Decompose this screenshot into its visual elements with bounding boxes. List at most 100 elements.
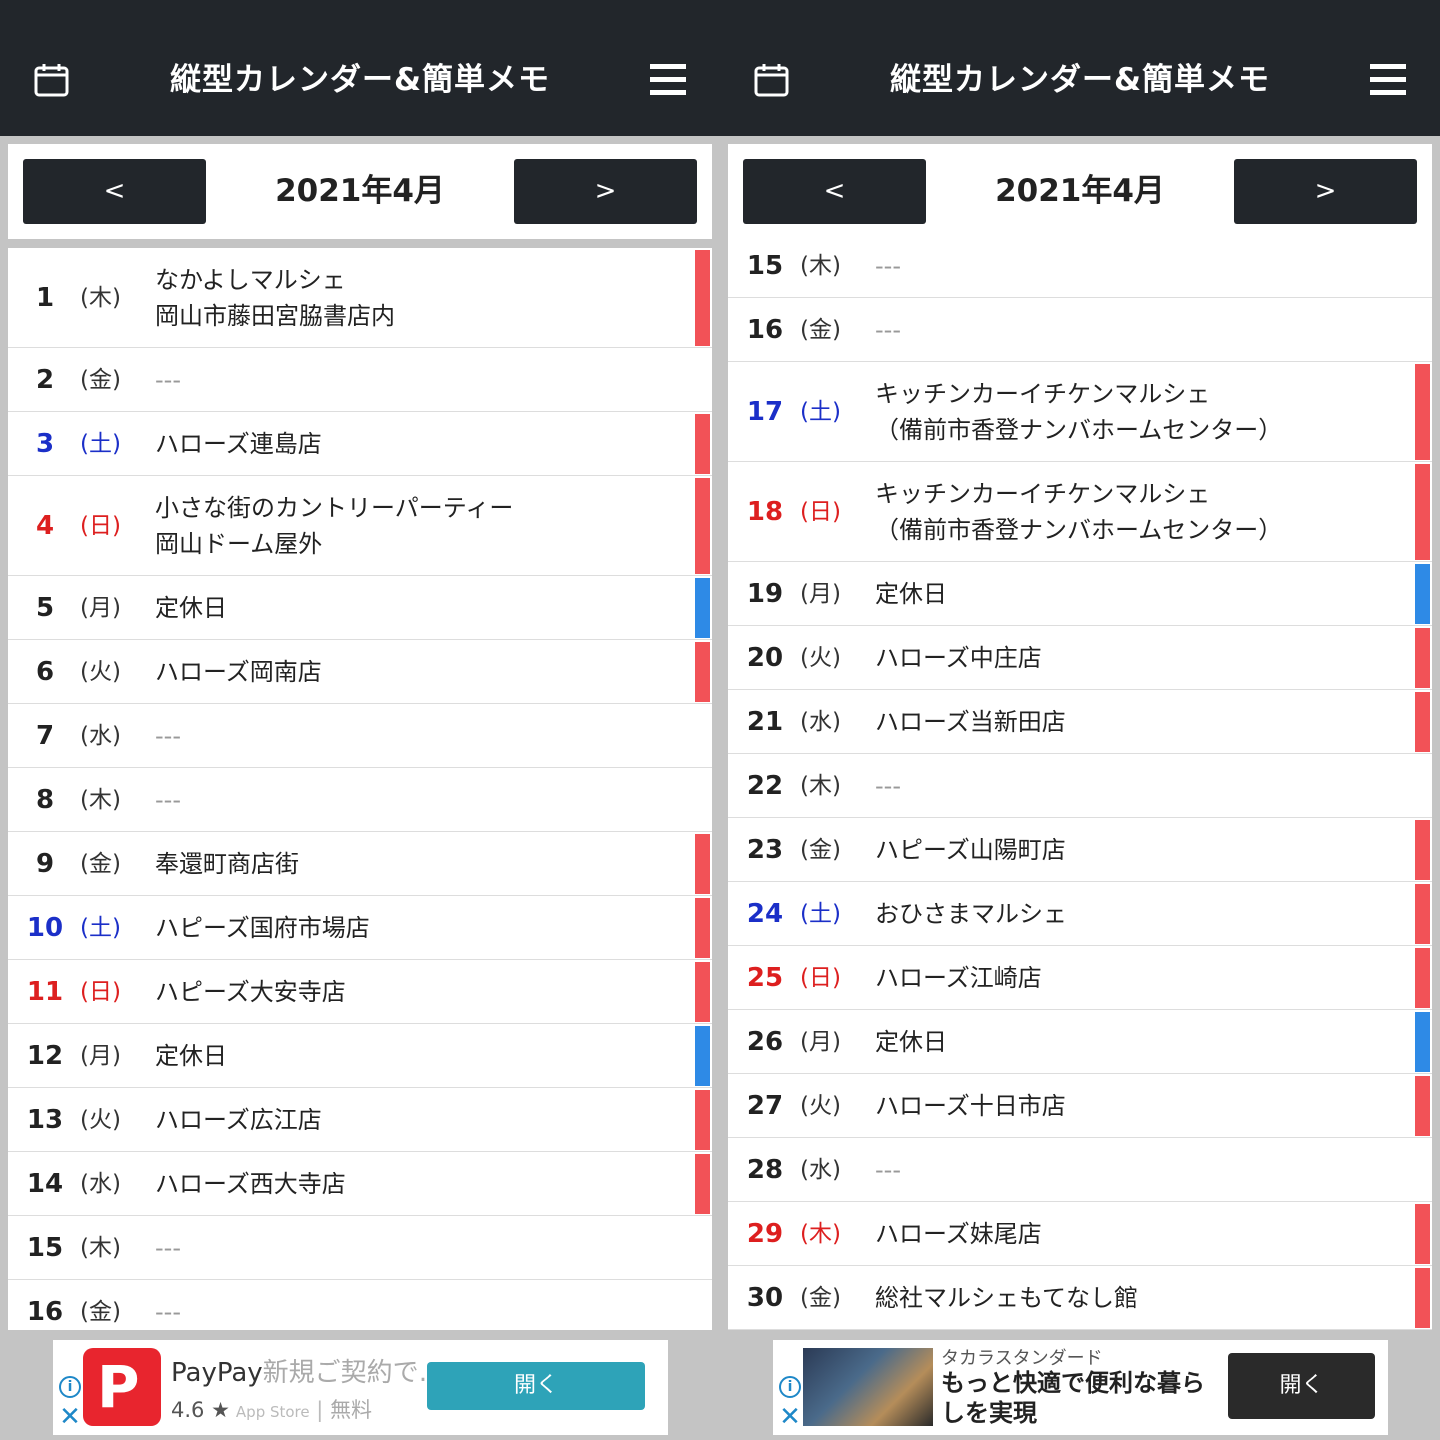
- day-row[interactable]: 11 (日) ハピーズ大安寺店: [8, 960, 712, 1024]
- hamburger-menu-icon[interactable]: [650, 64, 686, 96]
- memo-color-marker: [1415, 884, 1430, 944]
- day-list[interactable]: 1 (木) なかよしマルシェ 岡山市藤田宮脇書店内 2 (金) --- 3 (土) ハローズ連島店…: [8, 248, 712, 1330]
- day-row[interactable]: 13 (火) ハローズ広江店: [8, 1088, 712, 1152]
- memo-line: ハローズ当新田店: [875, 708, 1066, 736]
- day-row[interactable]: 27 (火) ハローズ十日市店: [728, 1074, 1432, 1138]
- memo-line: ハピーズ大安寺店: [155, 978, 346, 1006]
- day-row[interactable]: 19 (月) 定休日: [728, 562, 1432, 626]
- day-number: 6: [35, 657, 55, 687]
- ad-banner[interactable]: i ✕ タカラスタンダード もっと快適で便利な暮らしを実現 開く: [773, 1340, 1388, 1435]
- day-row[interactable]: 21 (水) ハローズ当新田店: [728, 690, 1432, 754]
- day-row[interactable]: 2 (金) ---: [8, 348, 712, 412]
- memo-text: 定休日: [875, 576, 947, 612]
- day-row[interactable]: 3 (土) ハローズ連島店: [8, 412, 712, 476]
- day-row[interactable]: 9 (金) 奉還町商店街: [8, 832, 712, 896]
- ad-open-button[interactable]: 開く: [1228, 1353, 1375, 1419]
- memo-text: ハローズ妹尾店: [875, 1216, 1042, 1252]
- ad-info-icon[interactable]: i: [779, 1376, 801, 1398]
- memo-color-marker: [695, 1154, 710, 1214]
- day-row[interactable]: 29 (木) ハローズ妹尾店: [728, 1202, 1432, 1266]
- month-navigation: <2021年4月 >: [728, 144, 1432, 239]
- day-row[interactable]: 24 (土) おひさまマルシェ: [728, 882, 1432, 946]
- prev-month-button[interactable]: <: [23, 159, 206, 224]
- day-row[interactable]: 25 (日) ハローズ江崎店: [728, 946, 1432, 1010]
- memo-text: ---: [155, 782, 181, 818]
- rating-value: 4.6 ★: [171, 1398, 230, 1422]
- calendar-icon[interactable]: [754, 62, 789, 97]
- weekday-label: (金): [800, 837, 841, 863]
- memo-line: ハピーズ国府市場店: [155, 914, 370, 942]
- day-number: 7: [35, 721, 55, 751]
- memo-text: ハピーズ山陽町店: [875, 832, 1066, 868]
- day-number: 26: [746, 1027, 784, 1057]
- weekday-label: (火): [80, 1107, 121, 1133]
- day-number: 16: [26, 1297, 64, 1327]
- memo-color-marker: [1415, 820, 1430, 880]
- day-row[interactable]: 26 (月) 定休日: [728, 1010, 1432, 1074]
- ad-photo-image: [803, 1348, 933, 1426]
- ad-close-icon[interactable]: ✕: [59, 1404, 81, 1430]
- ad-open-button[interactable]: 開く: [427, 1362, 645, 1410]
- day-row[interactable]: 20 (火) ハローズ中庄店: [728, 626, 1432, 690]
- memo-line: ハピーズ山陽町店: [875, 836, 1066, 864]
- day-number: 24: [746, 899, 784, 929]
- memo-color-marker: [695, 1090, 710, 1150]
- day-row[interactable]: 5 (月) 定休日: [8, 576, 712, 640]
- memo-line: ---: [875, 316, 901, 344]
- day-row[interactable]: 15 (木) ---: [8, 1216, 712, 1280]
- day-number: 28: [746, 1155, 784, 1185]
- day-row[interactable]: 18 (日) キッチンカーイチケンマルシェ （備前市香登ナンバホームセンター）: [728, 462, 1432, 562]
- ad-close-icon[interactable]: ✕: [779, 1404, 801, 1430]
- weekday-label: (月): [80, 595, 121, 621]
- day-row[interactable]: 22 (木) ---: [728, 754, 1432, 818]
- app-title: 縦型カレンダー&簡単メモ: [169, 62, 551, 98]
- memo-text: ---: [155, 362, 181, 398]
- weekday-label: (火): [80, 659, 121, 685]
- price-label: 無料: [330, 1398, 373, 1422]
- memo-color-marker: [695, 962, 710, 1022]
- prev-month-button[interactable]: <: [743, 159, 926, 224]
- app-title: 縦型カレンダー&簡単メモ: [889, 62, 1271, 98]
- menu-line: [650, 64, 686, 69]
- ad-banner[interactable]: i ✕ P PayPay新規ご契約で… 4.6 ★ App Store | 無料 開く: [53, 1340, 668, 1435]
- day-row[interactable]: 14 (水) ハローズ西大寺店: [8, 1152, 712, 1216]
- day-row[interactable]: 7 (水) ---: [8, 704, 712, 768]
- month-label: 2021年4月: [275, 173, 445, 209]
- day-row[interactable]: 23 (金) ハピーズ山陽町店: [728, 818, 1432, 882]
- day-number: 1: [35, 283, 55, 313]
- weekday-label: (金): [80, 367, 121, 393]
- day-row[interactable]: 30 (金) 総社マルシェもてなし館: [728, 1266, 1432, 1330]
- calendar-icon[interactable]: [34, 62, 69, 97]
- day-row[interactable]: 4 (日) 小さな街のカントリーパーティー 岡山ドーム屋外: [8, 476, 712, 576]
- weekday-label: (土): [80, 915, 121, 941]
- day-row[interactable]: 16 (金) ---: [8, 1280, 712, 1330]
- day-row[interactable]: 17 (土) キッチンカーイチケンマルシェ （備前市香登ナンバホームセンター）: [728, 362, 1432, 462]
- next-month-button[interactable]: >: [1234, 159, 1417, 224]
- memo-line: 岡山市藤田宮脇書店内: [155, 302, 395, 330]
- memo-color-marker: [1415, 1012, 1430, 1072]
- hamburger-menu-icon[interactable]: [1370, 64, 1406, 96]
- day-row[interactable]: 1 (木) なかよしマルシェ 岡山市藤田宮脇書店内: [8, 248, 712, 348]
- next-month-button[interactable]: >: [514, 159, 697, 224]
- day-row[interactable]: 28 (水) ---: [728, 1138, 1432, 1202]
- day-row[interactable]: 15 (木) ---: [728, 236, 1432, 298]
- day-row[interactable]: 16 (金) ---: [728, 298, 1432, 362]
- day-number: 8: [35, 785, 55, 815]
- weekday-label: (金): [80, 851, 121, 877]
- ad-app-rating: 4.6 ★ App Store | 無料: [171, 1394, 372, 1424]
- memo-color-marker: [695, 578, 710, 638]
- memo-text: おひさまマルシェ: [875, 896, 1067, 932]
- memo-line: ---: [155, 1298, 181, 1326]
- day-row[interactable]: 10 (土) ハピーズ国府市場店: [8, 896, 712, 960]
- day-number: 13: [26, 1105, 64, 1135]
- memo-line: キッチンカーイチケンマルシェ: [875, 380, 1211, 408]
- ad-info-icon[interactable]: i: [59, 1376, 81, 1398]
- day-row[interactable]: 8 (木) ---: [8, 768, 712, 832]
- memo-text: ハローズ中庄店: [875, 640, 1042, 676]
- day-row[interactable]: 12 (月) 定休日: [8, 1024, 712, 1088]
- memo-text: 奉還町商店街: [155, 846, 299, 882]
- memo-color-marker: [1415, 1268, 1430, 1328]
- day-list[interactable]: 15 (木) --- 16 (金) --- 17 (土) キッチンカーイチケンマルシェ （備前市香…: [728, 236, 1432, 1330]
- weekday-label: (木): [800, 253, 841, 279]
- day-row[interactable]: 6 (火) ハローズ岡南店: [8, 640, 712, 704]
